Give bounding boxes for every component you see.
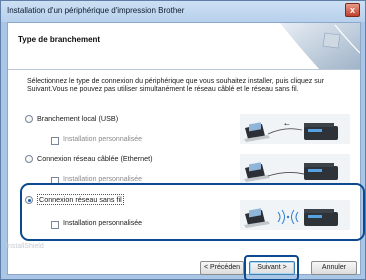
wired-radio[interactable] — [25, 155, 33, 163]
wireless-custom-install-label: Installation personnalisée — [63, 220, 142, 227]
wireless-radio[interactable] — [25, 196, 33, 204]
wireless-network-icon — [240, 200, 350, 230]
wired-custom-install-label: Installation personnalisée — [63, 176, 142, 183]
wired-network-icon — [240, 154, 350, 184]
page-title: Type de branchement — [18, 35, 101, 44]
wireless-custom-install-checkbox[interactable] — [51, 221, 59, 229]
banner-decoration-icon — [280, 23, 360, 69]
header-banner: Type de branchement — [8, 23, 360, 70]
installshield-label: InstallShield — [6, 243, 44, 250]
usb-radio[interactable] — [25, 115, 33, 123]
cancel-button[interactable]: Annuler — [311, 261, 357, 275]
usb-connection-icon: ⭠ — [240, 114, 350, 144]
usb-custom-install-checkbox[interactable] — [51, 137, 59, 145]
next-button[interactable]: Suivant > — [249, 261, 295, 275]
usb-custom-install-label: Installation personnalisée — [63, 136, 142, 143]
instructions-text: Sélectionnez le type de connexion du pér… — [27, 78, 324, 94]
wired-option-label[interactable]: Connexion réseau câblée (Ethernet) — [37, 154, 152, 163]
svg-text:⭠: ⭠ — [284, 120, 290, 128]
wireless-option-text: Connexion réseau sans fil — [37, 194, 124, 205]
close-button[interactable]: x — [345, 3, 360, 17]
usb-option-label[interactable]: Branchement local (USB) — [37, 114, 118, 123]
wireless-option-label[interactable]: Connexion réseau sans fil — [37, 194, 124, 205]
window-title: Installation d'un périphérique d'impress… — [7, 6, 185, 15]
title-bar[interactable]: Installation d'un périphérique d'impress… — [1, 1, 365, 22]
back-button[interactable]: < Précéden — [200, 261, 244, 275]
